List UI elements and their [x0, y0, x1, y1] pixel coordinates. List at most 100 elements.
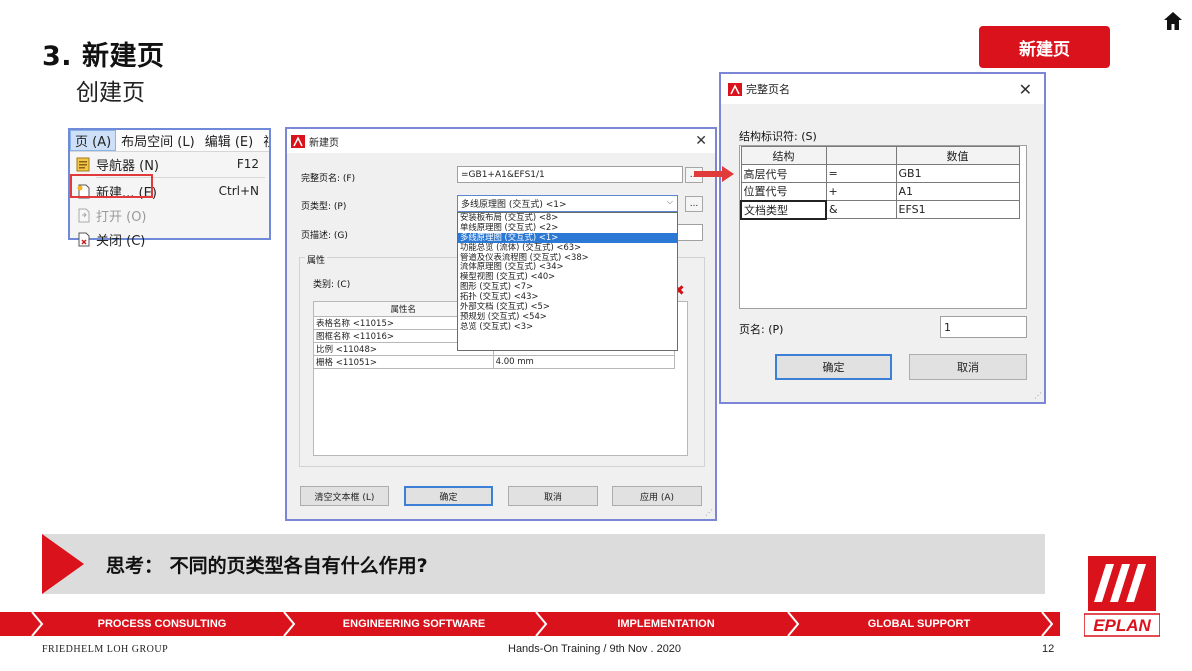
- band-global-support: GLOBAL SUPPORT: [867, 618, 971, 630]
- close-icon[interactable]: ✕: [1019, 80, 1032, 99]
- structure-sign: =: [825, 164, 897, 183]
- navigator-icon: [74, 155, 92, 173]
- clear-fields-button[interactable]: 清空文本框 (L): [300, 486, 389, 506]
- page-type-option[interactable]: 流体原理图 (交互式) <34>: [458, 262, 677, 272]
- page-type-option[interactable]: 多线原理图 (交互式) <1>: [458, 232, 677, 243]
- menu-bar: 页 (A) 布局空间 (L) 编辑 (E) 视: [70, 130, 269, 152]
- column-header-sign: [825, 146, 897, 165]
- page-type-option[interactable]: 管道及仪表流程图 (交互式) <38>: [458, 253, 677, 263]
- structure-name: 文档类型: [740, 199, 827, 220]
- pointer-arrow-icon: [694, 166, 734, 182]
- slide-subtitle: 创建页: [76, 80, 145, 106]
- chevron-right-icon: [31, 612, 44, 636]
- footer-center-text: Hands-On Training / 9th Nov . 2020: [508, 643, 682, 655]
- page-type-option[interactable]: 图形 (交互式) <7>: [458, 282, 677, 292]
- resize-grip-icon[interactable]: ⋰: [705, 508, 713, 517]
- menu-item-close[interactable]: 关闭 (C): [70, 227, 269, 251]
- structure-sign: &: [825, 200, 897, 219]
- band-process-consulting: PROCESS CONSULTING: [97, 618, 227, 630]
- dialog-title: 完整页名: [746, 83, 790, 96]
- menu-item-navigator[interactable]: 导航器 (N) F12: [70, 152, 269, 176]
- eplan-wordmark: EPLAN: [1084, 613, 1160, 637]
- menu-item-open: 打开 (O): [70, 203, 269, 227]
- page-type-option[interactable]: 外部文档 (交互式) <5>: [458, 302, 677, 312]
- menu-item-label: 打开 (O): [96, 209, 147, 225]
- page-desc-label: 页描述: (G): [301, 231, 348, 241]
- structure-value[interactable]: A1: [895, 182, 1020, 201]
- structure-identifier-label: 结构标识符: (S): [739, 130, 817, 143]
- table-row[interactable]: 文档类型 & EFS1: [740, 199, 1020, 220]
- home-icon[interactable]: [1162, 10, 1184, 32]
- page-name-field[interactable]: 1: [940, 316, 1027, 338]
- menu-item-label: 关闭 (C): [96, 233, 146, 249]
- band-implementation: IMPLEMENTATION: [617, 618, 715, 630]
- table-row[interactable]: 栅格 <11051> 4.00 mm: [313, 355, 676, 369]
- page-type-option[interactable]: 单线原理图 (交互式) <2>: [458, 223, 677, 233]
- page-type-value: 多线原理图 (交互式) <1>: [461, 200, 567, 210]
- chevron-right-icon: [535, 612, 548, 636]
- category-label: 类别: (C): [313, 280, 351, 290]
- property-value[interactable]: 4.00 mm: [492, 355, 676, 369]
- structure-sign: +: [825, 182, 897, 201]
- menu-page[interactable]: 页 (A): [70, 130, 117, 151]
- apply-button[interactable]: 应用 (A): [612, 486, 702, 506]
- full-page-name-label: 完整页名: (F): [301, 174, 356, 184]
- page-type-option[interactable]: 预规划 (交互式) <54>: [458, 312, 677, 322]
- column-header: 结构: [740, 146, 827, 165]
- table-row[interactable]: 高层代号 = GB1: [740, 164, 1020, 183]
- page-name-label: 页名: (P): [739, 323, 784, 336]
- chevron-right-icon: [283, 612, 296, 636]
- table-row[interactable]: 位置代号 + A1: [740, 182, 1020, 201]
- chevron-right-icon: [1041, 612, 1054, 636]
- think-question: 思考： 不同的页类型各自有什么作用?: [106, 555, 428, 577]
- page-number: 12: [1042, 643, 1055, 655]
- structure-name: 高层代号: [740, 164, 827, 183]
- close-icon[interactable]: ✕: [695, 133, 707, 149]
- close-page-icon: [74, 230, 92, 248]
- column-header: 数值: [895, 146, 1020, 165]
- full-page-name-dialog: 完整页名 ✕ 结构标识符: (S) 结构 数值 高层代号 = GB1 位置代号 …: [719, 72, 1046, 404]
- dialog-titlebar: 完整页名 ✕: [721, 74, 1044, 104]
- slide-title: 3. 新建页: [42, 41, 165, 72]
- page-type-option[interactable]: 拓扑 (交互式) <43>: [458, 292, 677, 302]
- properties-group-label: 属性: [305, 253, 328, 266]
- ok-button[interactable]: 确定: [775, 354, 892, 380]
- logo-text: EPLAN: [1093, 616, 1151, 635]
- open-icon: [74, 206, 92, 224]
- menu-item-shortcut: F12: [236, 157, 259, 171]
- page-type-dropdown: 安装板布局 (交互式) <8> 单线原理图 (交互式) <2> 多线原理图 (交互式…: [457, 212, 678, 351]
- chevron-right-icon: [787, 612, 800, 636]
- ok-button[interactable]: 确定: [404, 486, 493, 506]
- structure-name: 位置代号: [740, 182, 827, 201]
- page-type-option[interactable]: 安装板布局 (交互式) <8>: [458, 213, 677, 223]
- structure-value[interactable]: EFS1: [895, 200, 1020, 219]
- band-engineering-software: ENGINEERING SOFTWARE: [342, 618, 486, 630]
- company-name: FRIEDHELM LOH GROUP: [42, 644, 169, 655]
- menu-item-label: 导航器 (N): [96, 158, 160, 174]
- play-triangle-icon: [42, 534, 84, 594]
- eplan-app-icon: [291, 134, 305, 148]
- menu-view[interactable]: 视: [258, 131, 269, 150]
- browse-page-type-button[interactable]: ...: [685, 196, 703, 212]
- structure-value[interactable]: GB1: [895, 164, 1020, 183]
- structure-table-area: 结构 数值 高层代号 = GB1 位置代号 + A1 文档类型 & EFS1: [739, 145, 1027, 309]
- new-item-highlight: [70, 174, 153, 198]
- chevron-down-icon: ⌵: [666, 197, 673, 206]
- full-page-name-field[interactable]: =GB1+A1&EFS1/1: [457, 166, 683, 183]
- page-type-option[interactable]: 功能总览 (流体) (交互式) <63>: [458, 243, 677, 253]
- resize-grip-icon[interactable]: ⋰: [1034, 391, 1042, 400]
- cancel-button[interactable]: 取消: [508, 486, 598, 506]
- cancel-button[interactable]: 取消: [909, 354, 1027, 380]
- page-type-select[interactable]: 多线原理图 (交互式) <1> ⌵: [457, 195, 678, 212]
- eplan-app-icon: [728, 82, 742, 96]
- menu-layout-space[interactable]: 布局空间 (L): [116, 131, 200, 150]
- menu-item-shortcut: Ctrl+N: [218, 184, 259, 198]
- structure-table: 结构 数值 高层代号 = GB1 位置代号 + A1 文档类型 & EFS1: [740, 146, 1020, 220]
- dialog-titlebar: 新建页 ✕: [287, 129, 715, 153]
- page-type-option[interactable]: 总览 (交互式) <3>: [458, 322, 677, 332]
- eplan-logo-icon: [1088, 556, 1156, 611]
- new-page-dialog: 新建页 ✕ 完整页名: (F) =GB1+A1&EFS1/1 ... 页类型: …: [285, 127, 717, 521]
- menu-edit[interactable]: 编辑 (E): [200, 131, 259, 150]
- page-type-option[interactable]: 模型视图 (交互式) <40>: [458, 272, 677, 282]
- new-page-tag-button[interactable]: 新建页: [979, 26, 1110, 68]
